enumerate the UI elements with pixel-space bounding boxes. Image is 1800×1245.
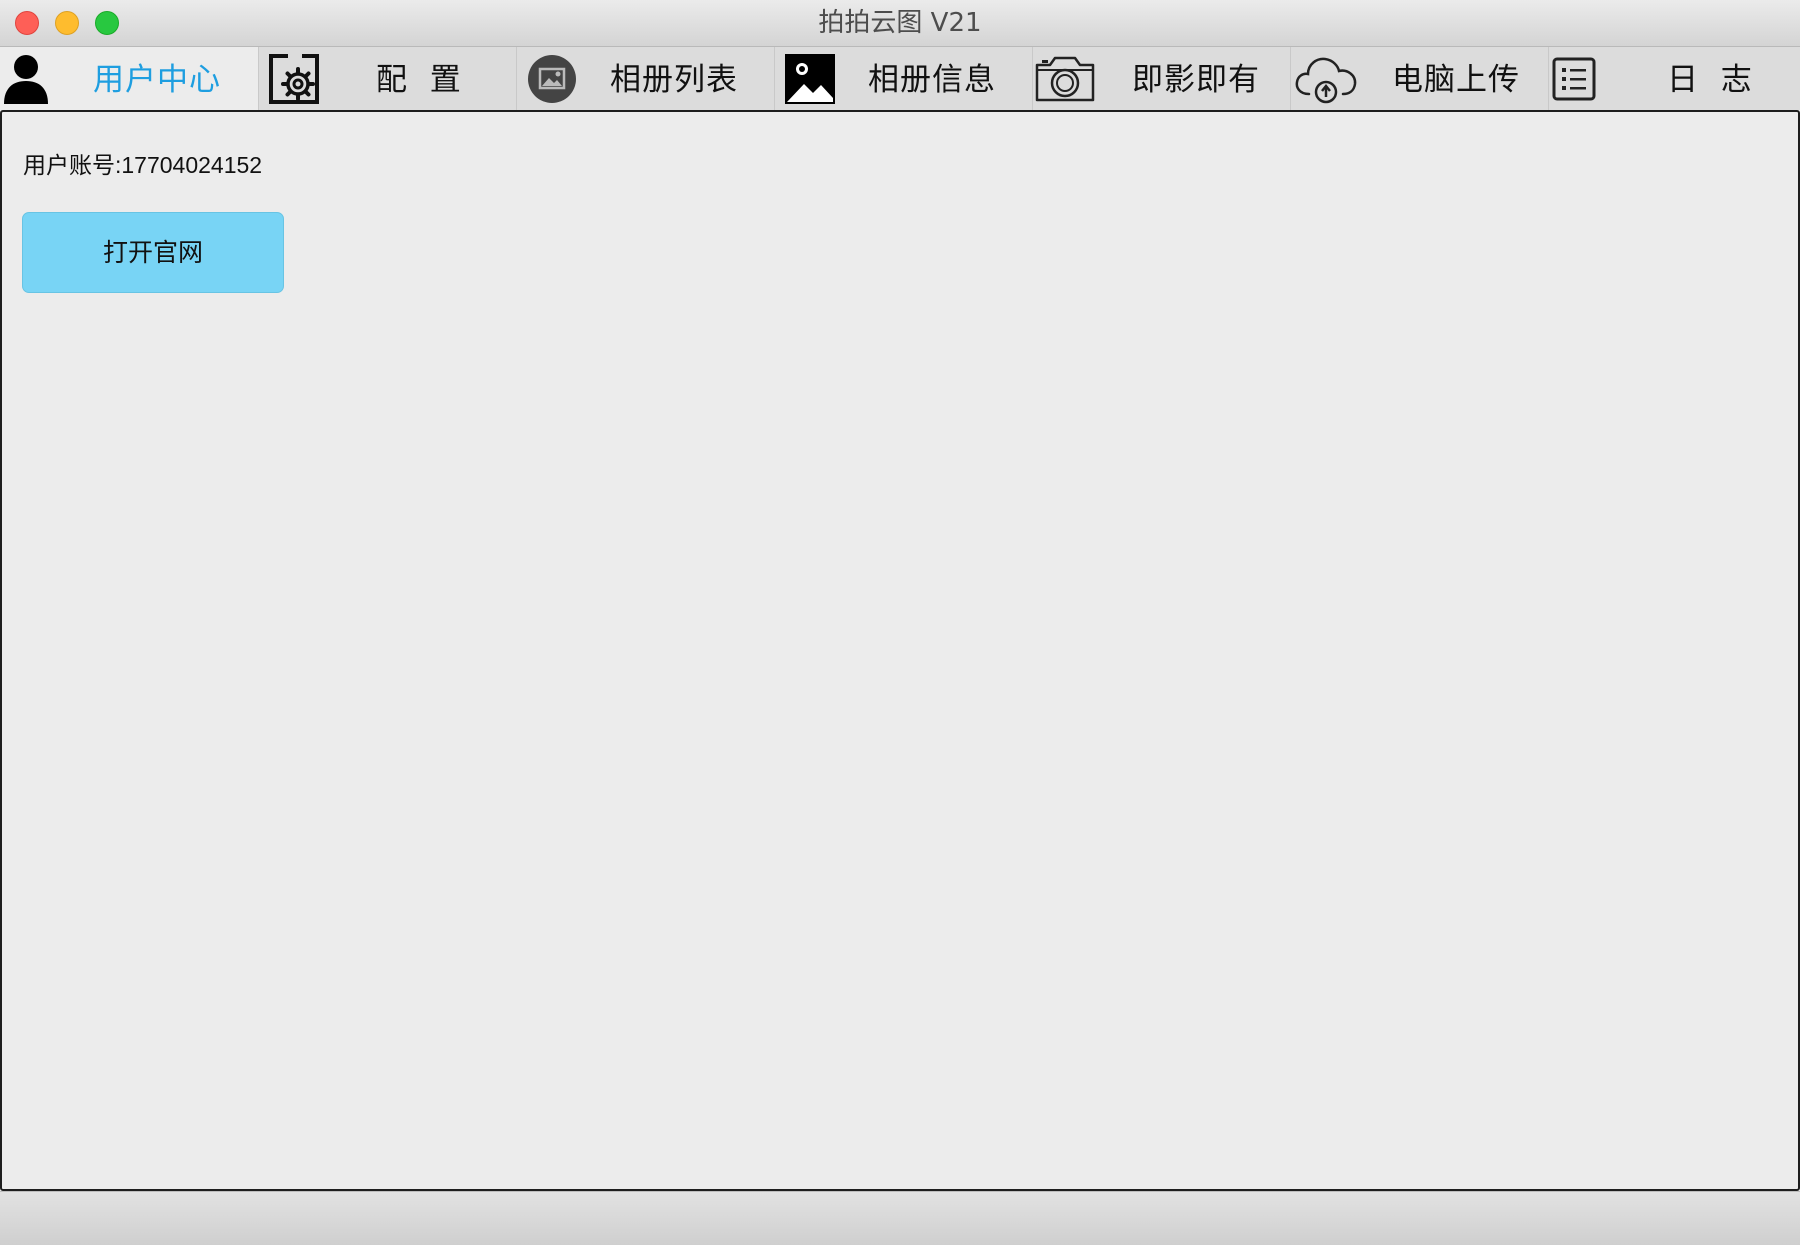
app-window: 拍拍云图 V21 用户中心 配 置 相册列表 相册信息 即影即有 电脑上传 日 … [0, 0, 1800, 1245]
tab-bar: 用户中心 配 置 相册列表 相册信息 即影即有 电脑上传 日 志 [0, 47, 1800, 110]
tab-label: 配 置 [376, 62, 462, 98]
gear-icon [259, 50, 329, 107]
picture-icon [775, 50, 845, 107]
title-bar[interactable]: 拍拍云图 V21 [0, 0, 1800, 47]
open-website-button[interactable]: 打开官网 [22, 212, 284, 293]
tab-label: 相册列表 [610, 62, 738, 98]
account-label: 用户账号:17704024152 [23, 152, 263, 178]
tab-settings[interactable]: 配 置 [258, 47, 516, 110]
tab-label: 电脑上传 [1392, 62, 1520, 98]
status-bar [0, 1191, 1800, 1245]
album-icon [517, 50, 587, 107]
camera-icon [1033, 50, 1097, 107]
user-center-panel: 用户账号:17704024152 打开官网 [0, 110, 1800, 1191]
tab-user-center[interactable]: 用户中心 [0, 47, 258, 110]
list-icon [1549, 50, 1599, 107]
tab-label: 相册信息 [868, 62, 996, 98]
tab-pc-upload[interactable]: 电脑上传 [1290, 47, 1548, 110]
cloud-upload-icon [1291, 50, 1361, 107]
tab-label: 即影即有 [1132, 62, 1260, 98]
tab-instant-photo[interactable]: 即影即有 [1032, 47, 1290, 110]
tab-label: 日 志 [1667, 62, 1753, 98]
window-title: 拍拍云图 V21 [818, 8, 982, 38]
tab-log[interactable]: 日 志 [1548, 47, 1800, 110]
tab-album-list[interactable]: 相册列表 [516, 47, 774, 110]
tab-label: 用户中心 [93, 62, 221, 98]
tab-album-info[interactable]: 相册信息 [774, 47, 1032, 110]
user-icon [0, 50, 52, 107]
